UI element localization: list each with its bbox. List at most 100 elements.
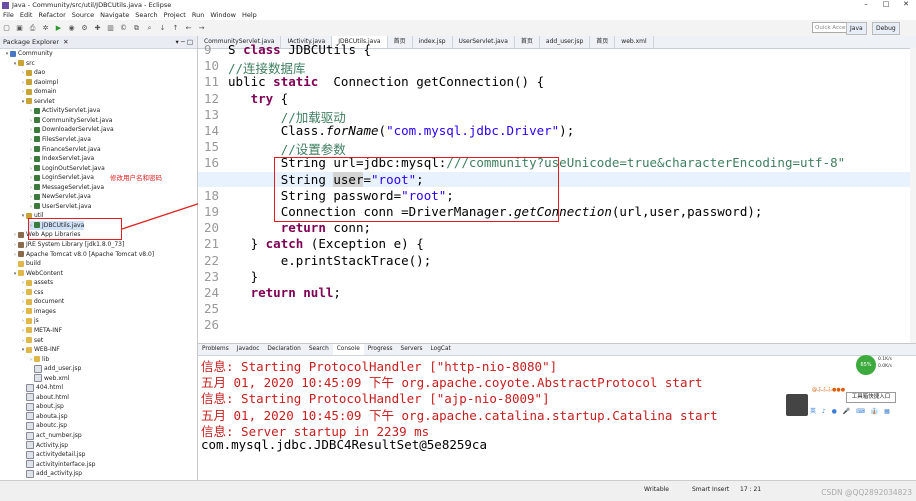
tree-item[interactable]: add_activity.jsp — [20, 469, 82, 478]
menu-source[interactable]: Source — [69, 11, 97, 19]
tree-item[interactable]: › NewServlet.java — [28, 192, 91, 201]
print-icon[interactable]: ⎙ — [28, 24, 37, 33]
tree-item[interactable]: build — [12, 259, 41, 268]
menu-run[interactable]: Run — [189, 11, 207, 19]
tree-item[interactable]: › dao — [20, 68, 45, 77]
tree-item[interactable]: › UserServlet.java — [28, 202, 91, 211]
tree-item[interactable]: aboutc.jsp — [20, 421, 67, 430]
menu-project[interactable]: Project — [161, 11, 189, 19]
tree-item[interactable]: › assets — [20, 278, 53, 287]
prev-annotation-icon[interactable]: ↑ — [171, 24, 180, 33]
external-tools-icon[interactable]: ⚙ — [80, 24, 89, 33]
tree-item[interactable]: › set — [20, 336, 43, 345]
maximize-button[interactable]: □ — [876, 0, 896, 8]
close-icon[interactable]: ✕ — [63, 38, 68, 46]
tree-item[interactable]: web.xml — [28, 374, 69, 383]
tree-item[interactable]: › lib — [28, 355, 49, 364]
tree-item[interactable]: › FinanceServlet.java — [28, 145, 101, 154]
close-button[interactable]: ✕ — [896, 0, 916, 8]
menu-help[interactable]: Help — [239, 11, 260, 19]
back-icon[interactable]: ← — [184, 24, 193, 33]
ime-toolbar-icons[interactable]: 英 ♪ ● 🎤 ⌨ 👔 ▦ — [810, 406, 892, 415]
code-line[interactable]: return conn; — [228, 220, 371, 235]
code-line[interactable]: e.printStackTrace(); — [228, 253, 432, 268]
menu-refactor[interactable]: Refactor — [35, 11, 68, 19]
tree-item[interactable]: 404.html — [20, 383, 63, 392]
menu-file[interactable]: File — [0, 11, 17, 19]
tree-item[interactable]: activityinterface.jsp — [20, 460, 95, 469]
new-package-icon[interactable]: ▥ — [106, 24, 115, 33]
console-tab[interactable]: Servers — [397, 344, 427, 355]
tree-item[interactable]: › daoimpl — [20, 78, 58, 87]
tree-item[interactable]: › css — [20, 288, 44, 297]
tree-item[interactable]: › IndexServlet.java — [28, 154, 94, 163]
tree-item[interactable]: › LoginOutServlet.java — [28, 164, 105, 173]
tree-item[interactable]: › Apache Tomcat v8.0 [Apache Tomcat v8.0] — [12, 250, 154, 259]
toolbox-shortcut-button[interactable]: 工具箱快捷入口 — [846, 392, 896, 403]
console-tab[interactable]: Progress — [364, 344, 397, 355]
code-line[interactable]: return null; — [228, 285, 341, 300]
console-tab[interactable]: Search — [305, 344, 333, 355]
menu-navigate[interactable]: Navigate — [97, 11, 132, 19]
console-tab[interactable]: Javadoc — [233, 344, 264, 355]
tree-item[interactable]: about.jsp — [20, 402, 64, 411]
editor-tab[interactable]: UserServlet.java — [453, 36, 515, 48]
editor-tab[interactable]: web.xml — [615, 36, 654, 48]
tree-item[interactable]: › ActivityServlet.java — [28, 106, 100, 115]
perspective-debug[interactable]: Debug — [872, 22, 900, 35]
tree-item[interactable]: ▾ WebContent — [12, 269, 63, 278]
tree-item[interactable]: abouta.jsp — [20, 412, 68, 421]
package-explorer-title[interactable]: Package Explorer — [3, 38, 59, 46]
save-icon[interactable]: ▣ — [15, 24, 24, 33]
code-line[interactable]: try { — [228, 91, 289, 106]
menu-edit[interactable]: Edit — [17, 11, 36, 19]
tree-item[interactable]: › images — [20, 307, 56, 316]
tree-item[interactable]: › domain — [20, 87, 56, 96]
perspective-java[interactable]: Java — [846, 22, 867, 35]
editor-tab[interactable]: 首页 — [590, 36, 616, 48]
run-icon[interactable]: ▶ — [54, 24, 63, 33]
tree-item[interactable]: ▾ src — [12, 59, 35, 68]
tree-item[interactable]: › JRE System Library [jdk1.8.0_73] — [12, 240, 124, 249]
tree-item[interactable]: Activity.jsp — [20, 441, 68, 450]
coverage-icon[interactable]: ◉ — [67, 24, 76, 33]
tree-item[interactable]: › DownloaderServlet.java — [28, 125, 114, 134]
network-widget[interactable]: 65% 0.1K/s 0.0K/s — [856, 355, 908, 375]
code-line[interactable]: } catch (Exception e) { — [228, 236, 424, 251]
search-icon[interactable]: ⌕ — [145, 24, 154, 33]
editor-tab[interactable]: 首页 — [515, 36, 540, 48]
tree-item[interactable]: › CommunityServlet.java — [28, 116, 112, 125]
new-class-icon[interactable]: © — [119, 24, 128, 33]
console-tab[interactable]: LogCat — [427, 344, 455, 355]
view-menu-icon[interactable]: ▾ ─ □ — [176, 38, 193, 46]
console-tab[interactable]: Console — [332, 344, 364, 355]
tree-item[interactable]: › META-INF — [20, 326, 62, 335]
tree-item[interactable]: ▾ servlet — [20, 97, 55, 106]
menu-window[interactable]: Window — [207, 11, 239, 19]
console-tab[interactable]: Declaration — [263, 344, 304, 355]
open-type-icon[interactable]: ⧉ — [132, 24, 141, 33]
tree-item[interactable]: about.html — [20, 393, 69, 402]
editor-tab[interactable]: 首页 — [388, 36, 413, 48]
tree-item[interactable]: add_user.jsp — [28, 364, 81, 373]
forward-icon[interactable]: → — [197, 24, 206, 33]
editor-tab[interactable]: index.jsp — [413, 36, 453, 48]
tree-item[interactable]: › js — [20, 316, 39, 325]
editor-tab[interactable]: add_user.jsp — [540, 36, 591, 48]
editor-scrollbar[interactable] — [910, 48, 916, 343]
minimize-button[interactable]: – — [856, 0, 876, 8]
code-line[interactable]: S class JDBCUtils { — [228, 42, 371, 57]
tree-item[interactable]: ▾ Community — [4, 49, 53, 58]
new-icon[interactable]: ▢ — [2, 24, 11, 33]
tree-item[interactable]: › FilesServlet.java — [28, 135, 91, 144]
code-line[interactable]: Class.forName("com.mysql.jdbc.Driver"); — [228, 123, 575, 138]
debug-icon[interactable]: ✲ — [41, 24, 50, 33]
menu-search[interactable]: Search — [132, 11, 160, 19]
tree-item[interactable]: › document — [20, 297, 64, 306]
tree-item[interactable]: ▾ WEB-INF — [20, 345, 60, 354]
tree-item[interactable]: act_number.jsp — [20, 431, 82, 440]
tree-item[interactable]: › LoginServlet.java — [28, 173, 94, 182]
code-line[interactable]: ublic static Connection getConnection() … — [228, 74, 544, 89]
code-line[interactable]: } — [228, 269, 259, 284]
console-tab[interactable]: Problems — [198, 344, 233, 355]
